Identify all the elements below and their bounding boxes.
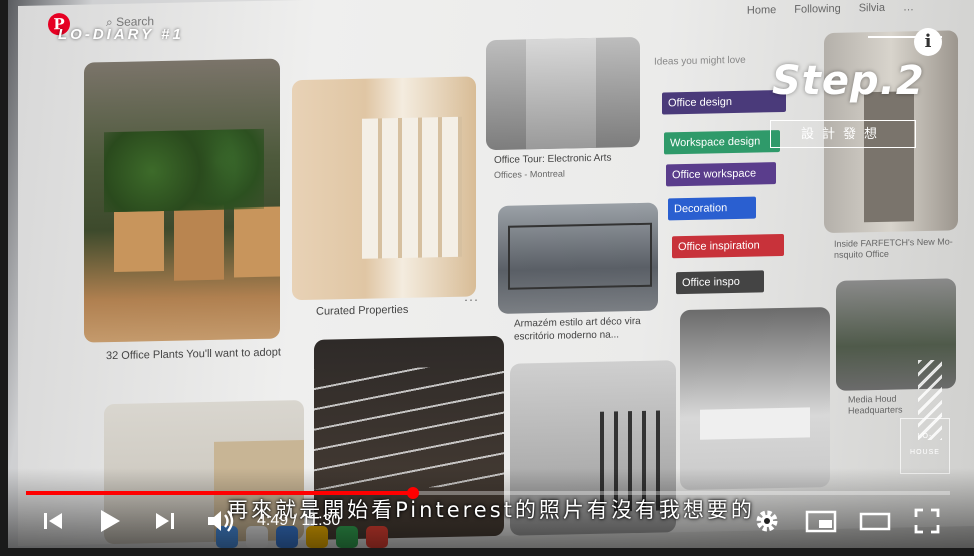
pin-curated-properties xyxy=(292,76,476,301)
pin-armazem xyxy=(498,202,658,314)
nav-following: Following xyxy=(794,2,841,16)
skip-next-icon xyxy=(156,513,174,529)
pin-open-office xyxy=(680,306,830,491)
volume-button[interactable] xyxy=(204,506,236,536)
miniplayer-icon xyxy=(805,510,837,533)
watermark-line: HOUSE xyxy=(910,449,940,456)
pinterest-nav: Home Following Silvia … xyxy=(747,1,914,17)
miniplayer-button[interactable] xyxy=(804,506,838,536)
pin-caption-armazem: Armazém estilo art déco vira escritório … xyxy=(514,315,641,343)
pin-caption-plants: 32 Office Plants You'll want to adopt xyxy=(106,346,281,363)
play-button[interactable] xyxy=(94,506,124,536)
pin-office-plants xyxy=(84,58,280,343)
play-icon xyxy=(101,510,120,532)
time-display: 4:49 / 11:30 xyxy=(257,512,341,529)
progress-bar[interactable] xyxy=(26,487,950,499)
fullscreen-icon xyxy=(914,508,940,534)
nav-more: … xyxy=(903,1,914,14)
pin-caption-office-tour-title: Office Tour: Electronic Arts xyxy=(494,152,612,167)
progress-played xyxy=(26,491,414,495)
step-subtitle: 設計發想 xyxy=(770,120,916,148)
channel-tag: LO-DIARY #1 xyxy=(58,26,184,43)
pin-more-dots: ··· xyxy=(464,292,479,307)
pin-caption-inside: Inside FARFETCH's New Mo- nsquito Office xyxy=(834,236,953,260)
info-icon[interactable]: i xyxy=(914,28,942,56)
pin-office-tour xyxy=(486,36,640,151)
tag-office-inspiration: Office inspiration xyxy=(672,233,784,259)
settings-icon xyxy=(756,510,778,532)
tag-decoration: Decoration xyxy=(668,196,756,221)
step-overlay: Step.2 設計發想 xyxy=(768,50,928,160)
pin-caption-office-tour-sub: Offices - Montreal xyxy=(494,168,565,181)
channel-watermark: LO- HOUSE xyxy=(900,418,950,474)
watermark-line: LO- xyxy=(917,433,933,440)
settings-button[interactable] xyxy=(752,506,782,536)
side-search-hint: Ideas you might love xyxy=(654,54,746,68)
theater-mode-button[interactable] xyxy=(858,506,892,536)
skip-previous-button[interactable] xyxy=(40,506,66,536)
step-title: Step.2 xyxy=(772,58,925,104)
tag-office-workspace: Office workspace xyxy=(666,162,776,187)
nav-profile: Silvia xyxy=(858,1,885,15)
fullscreen-button[interactable] xyxy=(912,506,942,536)
volume-icon xyxy=(208,510,234,532)
video-player[interactable]: P ⌕ Search Home Following Silvia … 32 Of… xyxy=(0,0,974,556)
tag-workspace-design: Workspace design xyxy=(664,130,780,155)
nav-home: Home xyxy=(746,4,777,17)
theater-mode-icon xyxy=(859,512,891,531)
skip-next-button[interactable] xyxy=(152,506,178,536)
skip-previous-icon xyxy=(44,513,62,529)
tag-office-inspo: Office inspo xyxy=(676,270,764,295)
video-frame[interactable]: P ⌕ Search Home Following Silvia … 32 Of… xyxy=(8,0,974,548)
